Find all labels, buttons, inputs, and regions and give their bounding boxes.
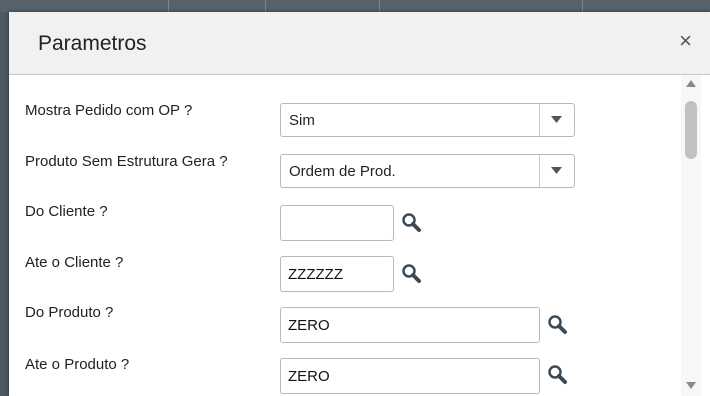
- scroll-down-arrow-icon[interactable]: [686, 382, 696, 389]
- dropdown-button[interactable]: [539, 155, 574, 187]
- params-form: Mostra Pedido com OP ? Sim Produto Sem E…: [9, 75, 681, 396]
- param-label-ate-produto: Ate o Produto ?: [25, 356, 130, 373]
- search-icon[interactable]: [401, 263, 423, 285]
- select-value: Sim: [289, 112, 315, 129]
- do-produto-input[interactable]: ZERO: [280, 307, 540, 343]
- scroll-up-arrow-icon[interactable]: [686, 80, 696, 87]
- ate-produto-input[interactable]: ZERO: [280, 358, 540, 394]
- search-icon[interactable]: [547, 364, 569, 386]
- scrollbar-thumb[interactable]: [685, 101, 697, 159]
- param-label-ate-cliente: Ate o Cliente ?: [25, 254, 124, 271]
- background-window-strip: [0, 0, 710, 12]
- chevron-down-icon: [551, 116, 562, 123]
- param-label-mostra-pedido: Mostra Pedido com OP ?: [25, 102, 193, 119]
- parametros-dialog: Parametros × Mostra Pedido com OP ? Sim …: [9, 12, 710, 396]
- input-value: ZERO: [288, 317, 330, 334]
- dialog-title: Parametros: [38, 32, 147, 55]
- ate-cliente-input[interactable]: ZZZZZZ: [280, 256, 394, 292]
- param-label-do-cliente: Do Cliente ?: [25, 203, 108, 220]
- input-value: ZZZZZZ: [288, 266, 343, 283]
- chevron-down-icon: [551, 167, 562, 174]
- dialog-titlebar: Parametros ×: [9, 12, 710, 75]
- produto-sem-estrutura-select[interactable]: Ordem de Prod.: [280, 154, 575, 188]
- do-cliente-input[interactable]: [280, 205, 394, 241]
- input-value: ZERO: [288, 368, 330, 385]
- search-icon[interactable]: [401, 212, 423, 234]
- mostra-pedido-select[interactable]: Sim: [280, 103, 575, 137]
- dropdown-button[interactable]: [539, 104, 574, 136]
- search-icon[interactable]: [547, 314, 569, 336]
- close-icon[interactable]: ×: [679, 30, 692, 52]
- vertical-scrollbar[interactable]: [681, 75, 701, 396]
- param-label-do-produto: Do Produto ?: [25, 304, 114, 321]
- param-label-produto-sem-estrutura: Produto Sem Estrutura Gera ?: [25, 153, 228, 170]
- select-value: Ordem de Prod.: [289, 163, 396, 180]
